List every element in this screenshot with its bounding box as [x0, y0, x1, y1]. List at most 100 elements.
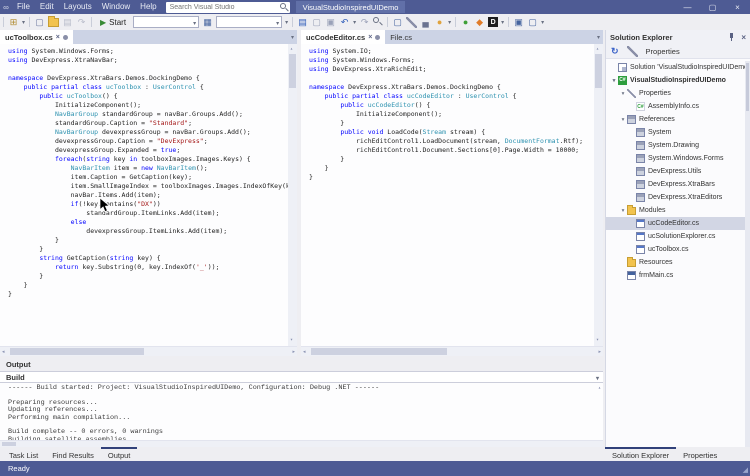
tab-close-icon[interactable]: × [368, 34, 372, 41]
code-editor[interactable]: using System.Windows.Forms;using DevExpr… [0, 44, 297, 346]
tab-close-icon[interactable]: × [56, 34, 60, 41]
scroll-down-icon[interactable]: ▾ [596, 336, 599, 345]
tools-dropdown[interactable]: ▾ [448, 19, 451, 26]
tree-item[interactable]: ▾Modules [606, 204, 750, 217]
explorer-vertical-scrollbar[interactable] [745, 61, 750, 447]
menu-item-window[interactable]: Window [97, 0, 135, 14]
platform-combo[interactable]: ▾ [216, 16, 282, 28]
solution-tree[interactable]: Solution 'VisualStudioInspiredUIDemo' (1… [606, 59, 750, 447]
expander-icon[interactable]: ▾ [619, 117, 627, 123]
tree-item[interactable]: ucSolutionExplorer.cs [606, 230, 750, 243]
tab-pin-icon[interactable] [375, 35, 380, 40]
editor-vertical-scrollbar[interactable]: ▴▾ [288, 44, 297, 346]
tab-list-dropdown-icon[interactable]: ▾ [291, 34, 294, 41]
find-icon[interactable] [373, 17, 383, 27]
editor-horizontal-scrollbar[interactable]: ◂▸ [301, 346, 603, 356]
undo-icon[interactable]: ↶ [339, 17, 350, 28]
close-icon[interactable]: × [741, 33, 746, 42]
scroll-left-icon[interactable]: ◂ [2, 349, 5, 355]
tab-pin-icon[interactable] [63, 35, 68, 40]
menu-item-file[interactable]: File [12, 0, 35, 14]
briefcase-icon[interactable]: ▄ [420, 17, 431, 28]
new-layout-dropdown[interactable]: ▾ [22, 19, 25, 26]
refresh-icon[interactable]: ↻ [611, 46, 619, 57]
tree-item[interactable]: DevExpress.Utils [606, 165, 750, 178]
document-tab[interactable]: ucToolbox.cs× [0, 30, 73, 44]
code-editor[interactable]: using System.IO;using System.Windows.For… [301, 44, 603, 346]
menu-item-help[interactable]: Help [135, 0, 161, 14]
tab-list-dropdown-icon[interactable]: ▾ [597, 34, 600, 41]
wrench-icon[interactable] [406, 17, 417, 28]
configuration-combo[interactable]: ▾ [133, 16, 199, 28]
editor-vertical-scrollbar[interactable]: ▴▾ [594, 44, 603, 346]
scroll-thumb[interactable] [746, 63, 749, 111]
window-dropdown[interactable]: ▾ [541, 19, 544, 26]
float-panel-icon[interactable]: ▢ [527, 17, 538, 28]
copy-icon[interactable]: ▢ [311, 17, 322, 28]
search-results-icon[interactable]: ◆ [474, 17, 485, 28]
panel-tab-output[interactable]: Output [101, 447, 138, 461]
redo-icon[interactable]: ↷ [359, 17, 370, 28]
scroll-left-icon[interactable]: ◂ [303, 349, 306, 355]
tree-item[interactable]: Resources [606, 256, 750, 269]
lock-icon[interactable]: ▣ [325, 17, 336, 28]
dx-dropdown[interactable]: ▾ [501, 19, 504, 26]
expander-icon[interactable]: ▾ [610, 78, 618, 84]
save-icon[interactable]: ▤ [62, 17, 73, 28]
expander-icon[interactable]: ▾ [619, 91, 627, 97]
tree-item[interactable]: frmMain.cs [606, 269, 750, 282]
scroll-thumb[interactable] [311, 348, 447, 355]
attach-process-icon[interactable]: ▦ [202, 17, 213, 28]
menu-item-layouts[interactable]: Layouts [59, 0, 97, 14]
tree-item[interactable]: DevExpress.XtraEditors [606, 191, 750, 204]
resize-grip-icon[interactable]: ◢ [743, 466, 748, 474]
scroll-down-icon[interactable]: ▾ [290, 336, 293, 345]
minimize-button[interactable]: — [675, 0, 700, 14]
scroll-right-icon[interactable]: ▸ [598, 349, 601, 355]
panel-tab-find-results[interactable]: Find Results [45, 447, 101, 461]
panel-tab-solution-explorer[interactable]: Solution Explorer [605, 447, 676, 461]
tree-item[interactable]: ucToolbox.cs [606, 243, 750, 256]
search-box[interactable] [166, 2, 290, 13]
scroll-thumb[interactable] [2, 442, 16, 446]
scroll-thumb[interactable] [595, 54, 602, 88]
properties-tool-icon[interactable] [627, 46, 638, 57]
scroll-up-icon[interactable]: ▴ [598, 385, 601, 392]
editor-horizontal-scrollbar[interactable]: ◂▸ [0, 346, 297, 356]
tree-item[interactable]: System.Drawing [606, 139, 750, 152]
document-tab[interactable]: File.cs [385, 30, 417, 44]
tree-item[interactable]: ucCodeEditor.cs [606, 217, 750, 230]
scroll-thumb[interactable] [289, 54, 296, 88]
scroll-right-icon[interactable]: ▸ [292, 349, 295, 355]
tree-item[interactable]: System [606, 126, 750, 139]
output-horizontal-scrollbar[interactable] [0, 440, 603, 447]
scroll-thumb[interactable] [10, 348, 144, 355]
document-tab[interactable]: ucCodeEditor.cs× [301, 30, 385, 44]
hand-icon[interactable]: ● [434, 17, 445, 28]
float-window-icon[interactable]: ▢ [392, 17, 403, 28]
new-layout-icon[interactable]: ⊞ [8, 17, 19, 28]
devexpress-icon[interactable]: D [488, 17, 498, 27]
close-button[interactable]: × [725, 0, 750, 14]
search-input[interactable] [166, 3, 274, 12]
tree-item[interactable]: Solution 'VisualStudioInspiredUIDemo' (1… [606, 61, 750, 74]
tree-item[interactable]: ▾C#VisualStudioInspiredUIDemo [606, 74, 750, 87]
properties-label[interactable]: Properties [646, 47, 680, 56]
output-text-area[interactable]: ------ Build started: Project: VisualStu… [0, 383, 603, 440]
expander-icon[interactable]: ▾ [619, 208, 627, 214]
undo-dropdown[interactable]: ▾ [353, 19, 356, 26]
tree-item[interactable]: ▾References [606, 113, 750, 126]
output-source-combo[interactable]: Build▾ [0, 371, 603, 383]
tree-item[interactable]: C#AssemblyInfo.cs [606, 100, 750, 113]
new-window-icon[interactable]: ▢ [34, 17, 45, 28]
tree-item[interactable]: System.Windows.Forms [606, 152, 750, 165]
navigate-icon[interactable]: ↷ [76, 17, 87, 28]
panel-tab-task-list[interactable]: Task List [2, 447, 45, 461]
start-page-icon[interactable]: ● [460, 17, 471, 28]
tree-item[interactable]: ▾Properties [606, 87, 750, 100]
scroll-up-icon[interactable]: ▴ [290, 45, 293, 54]
panel-tab-properties[interactable]: Properties [676, 447, 724, 461]
menu-item-edit[interactable]: Edit [35, 0, 59, 14]
maximize-button[interactable]: ▢ [700, 0, 725, 14]
pin-icon[interactable] [728, 33, 735, 42]
